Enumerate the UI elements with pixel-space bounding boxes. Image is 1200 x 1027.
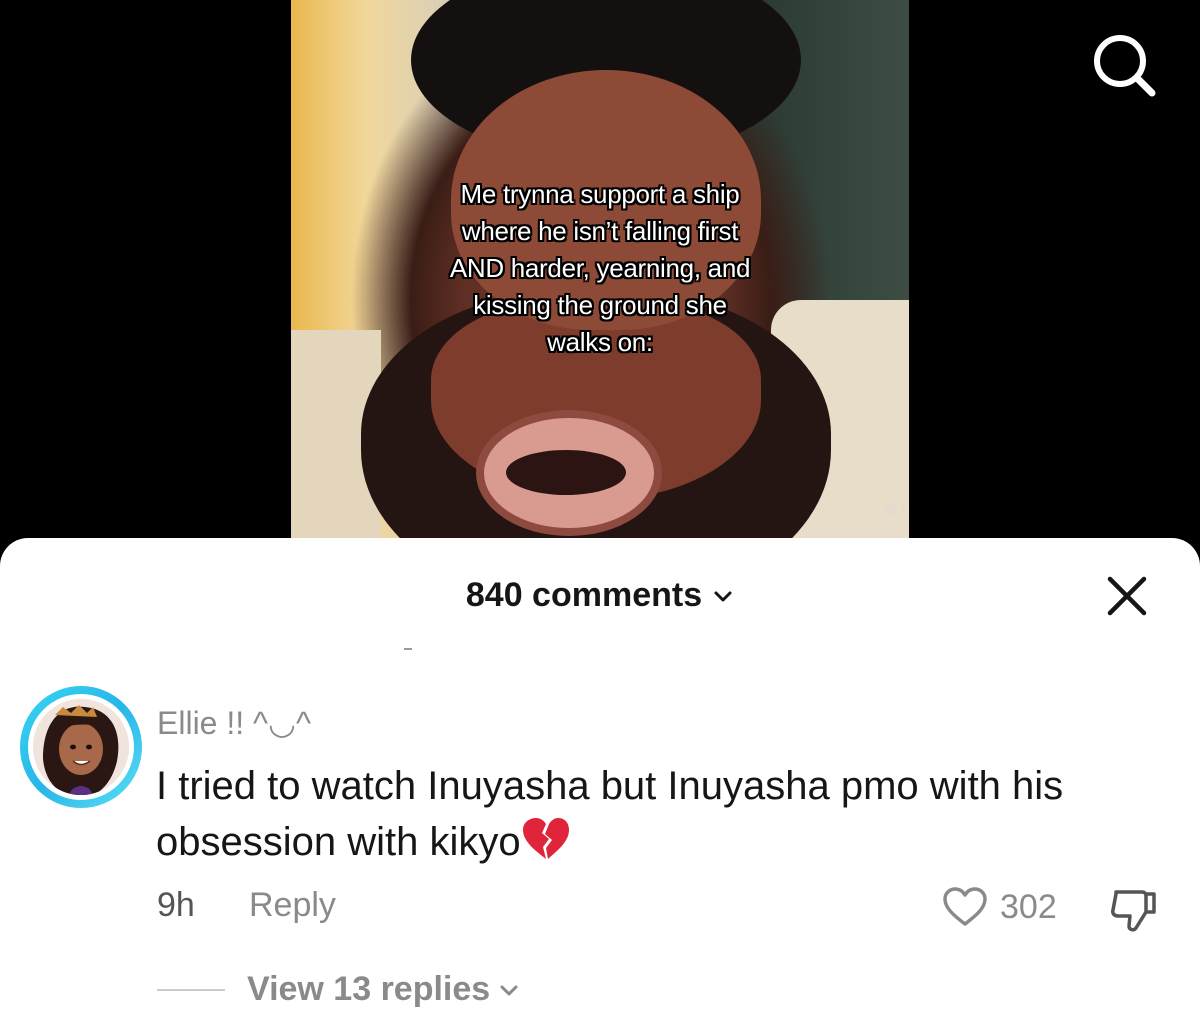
search-icon [1094,35,1156,97]
caption-line: AND harder, yearning, and [449,253,751,283]
caption-line: walks on: [547,327,653,357]
chevron-down-icon [500,985,518,995]
like-count: 302 [1000,887,1057,926]
comment-username[interactable]: Ellie !! ^◡^ [157,704,311,742]
comments-count-dropdown[interactable]: 840 comments [466,576,734,615]
like-button[interactable]: 302 [942,886,1057,928]
comment-body: I tried to watch Inuyasha but Inuyasha p… [156,758,1186,870]
close-button[interactable] [1106,575,1148,617]
comments-count: 840 comments [465,576,703,614]
video-face [506,450,626,495]
caption-line: where he isn’t falling first [461,216,739,246]
close-icon [1107,576,1147,616]
comment-time: 9h [157,886,195,924]
view-replies-label: View 13 replies [247,970,491,1008]
avatar[interactable] [20,686,142,808]
avatar-illustration [33,699,129,795]
caption-line: kissing the ground she [473,290,727,320]
reply-button[interactable]: Reply [249,886,336,925]
thumbs-down-icon [1111,890,1156,932]
avatar-image [33,699,129,795]
video-watermark: @_l [885,504,905,516]
comment-text: I tried to watch Inuyasha but Inuyasha p… [156,764,1064,864]
chevron-down-icon [714,591,732,601]
video-caption: Me trynna support a ship where he isn’t … [391,176,809,361]
divider [404,648,412,650]
broken-heart-icon [522,818,569,859]
dislike-button[interactable] [1108,888,1158,934]
video-player[interactable]: Me trynna support a ship where he isn’t … [291,0,909,560]
replies-divider [157,989,225,991]
search-button[interactable] [1088,30,1158,100]
view-replies-button[interactable]: View 13 replies [247,970,520,1009]
comments-header: 840 comments [0,576,1200,615]
comments-sheet: 840 comments Ellie !! ^◡^ I tried to wat… [0,538,1200,1027]
heart-outline-icon [943,887,987,926]
caption-line: Me trynna support a ship [460,179,740,209]
